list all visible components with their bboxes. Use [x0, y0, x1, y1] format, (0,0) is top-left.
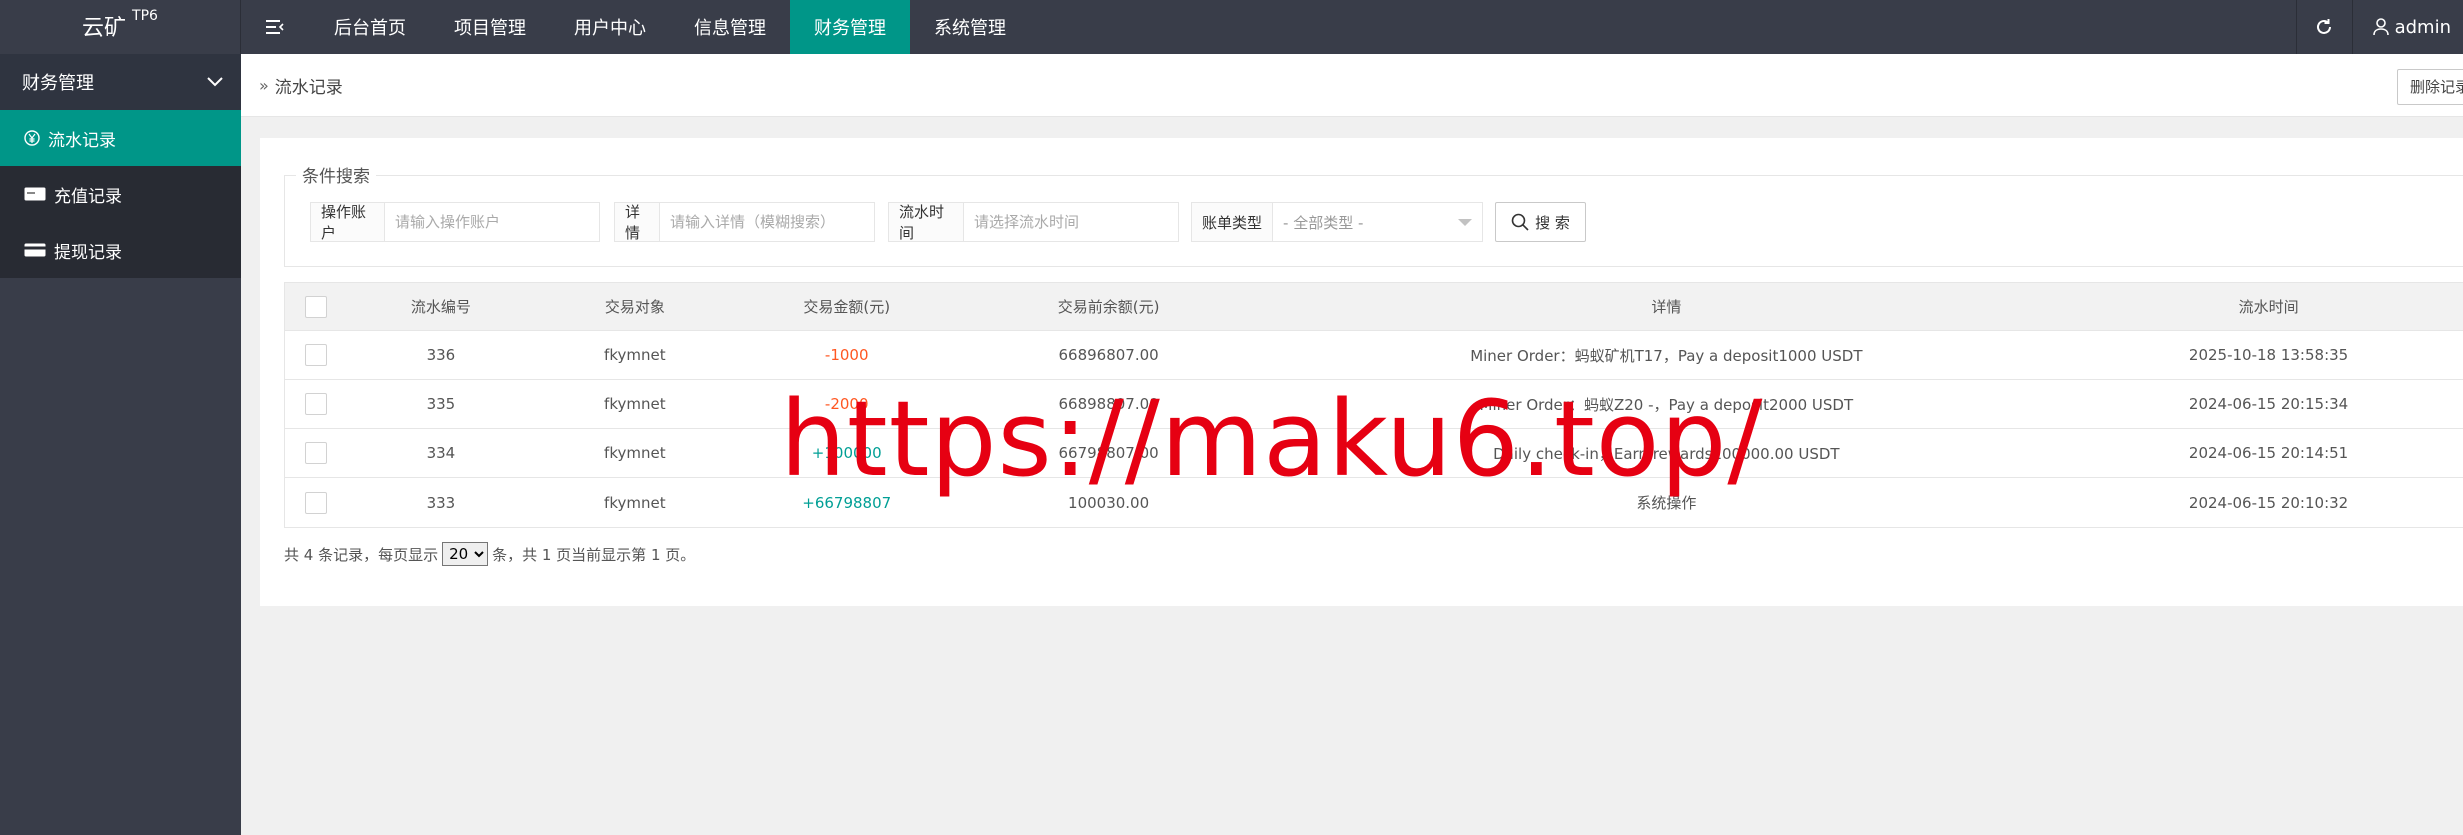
cell-amount: -1000: [824, 346, 869, 364]
double-chevron-icon: »: [259, 75, 269, 95]
top-header: 云矿 TP6 后台首页 项目管理 用户中心 信息管理 财务管理 系统管理 adm…: [0, 0, 2463, 54]
cell-before: 66798807.00: [1058, 444, 1159, 462]
search-button[interactable]: 搜 索: [1495, 202, 1586, 242]
user-menu[interactable]: admin: [2351, 0, 2463, 54]
account-field: 操作账户: [310, 202, 600, 242]
top-nav: 后台首页 项目管理 用户中心 信息管理 财务管理 系统管理: [310, 0, 1030, 54]
card-icon: [24, 187, 46, 201]
row-checkbox[interactable]: [304, 393, 327, 415]
time-field: 流水时间: [888, 202, 1179, 242]
type-select[interactable]: - 全部类型 -: [1273, 203, 1482, 241]
col-amount[interactable]: 交易金额(元): [735, 296, 959, 317]
pager-suffix: 条，共 1 页当前显示第 1 页。: [492, 545, 696, 564]
delete-records-button[interactable]: 删除记录: [2397, 69, 2463, 105]
per-page-select[interactable]: 20: [442, 542, 489, 566]
header-right: admin: [2295, 0, 2463, 54]
time-label: 流水时间: [889, 203, 964, 242]
pager-prefix: 共 4 条记录，每页显示: [284, 545, 439, 564]
caret-down-icon: [1458, 218, 1472, 226]
cell-before: 66896807.00: [1058, 346, 1159, 364]
yen-circle-icon: [24, 130, 40, 146]
detail-input[interactable]: [660, 203, 874, 241]
account-input[interactable]: [385, 203, 599, 241]
cell-detail: Miner Order：蚂蚁Z20 -，Pay a deposit2000 US…: [1479, 395, 1854, 414]
search-button-label: 搜 索: [1535, 213, 1570, 232]
cell-time: 2024-06-15 20:10:32: [2188, 493, 2349, 512]
cell-time: 2024-06-15 20:15:34: [2188, 395, 2349, 413]
breadcrumb-current: 流水记录: [274, 77, 343, 98]
nav-item-finance[interactable]: 财务管理: [790, 0, 910, 54]
table-row[interactable]: 336 fkymnet -1000 66896807.00 Miner Orde…: [285, 331, 2463, 380]
type-select-value: - 全部类型 -: [1283, 213, 1364, 232]
sidebar-item-label: 提现记录: [54, 242, 122, 263]
sidebar-item-withdraw[interactable]: 提现记录: [0, 222, 241, 278]
nav-item-users[interactable]: 用户中心: [550, 0, 670, 54]
credit-card-icon: [24, 243, 46, 257]
nav-item-home[interactable]: 后台首页: [310, 0, 430, 54]
logo[interactable]: 云矿 TP6: [0, 0, 241, 54]
cell-time: 2024-06-15 20:14:51: [2188, 444, 2349, 462]
cell-amount: +100000: [811, 444, 882, 462]
cell-id: 336: [426, 346, 456, 364]
sidebar-item-label: 充值记录: [54, 186, 122, 207]
sidebar-group-label: 财务管理: [22, 73, 94, 94]
sidebar-item-recharge[interactable]: 充值记录: [0, 166, 241, 222]
cell-detail: Daily check-in，Earn rewards100000.00 USD…: [1493, 444, 1840, 463]
user-name: admin: [2394, 16, 2451, 38]
cell-target: fkymnet: [604, 493, 666, 512]
cell-amount: +66798807: [802, 493, 892, 512]
detail-field: 详情: [614, 202, 875, 242]
nav-item-system[interactable]: 系统管理: [910, 0, 1030, 54]
table-row[interactable]: 335 fkymnet -2000 66898807.00 Miner Orde…: [285, 380, 2463, 429]
main-card: 条件搜索 操作账户 详情 流水时间 账单类型 - 全部类型 - 搜 索 流水编号…: [260, 138, 2463, 606]
app-version: TP6: [132, 8, 158, 24]
col-target[interactable]: 交易对象: [535, 296, 735, 317]
sidebar: 财务管理 流水记录 充值记录 提现记录: [0, 54, 241, 835]
cell-target: fkymnet: [604, 346, 666, 364]
col-time[interactable]: 流水时间: [2074, 296, 2463, 317]
row-checkbox[interactable]: [304, 344, 327, 366]
user-icon: [2372, 18, 2389, 36]
cell-target: fkymnet: [604, 444, 666, 462]
sidebar-group-finance[interactable]: 财务管理: [0, 54, 241, 110]
menu-toggle-icon[interactable]: [241, 0, 309, 54]
cell-id: 335: [426, 395, 456, 413]
cell-amount: -2000: [824, 395, 869, 413]
breadcrumb: » 流水记录 删除记录: [241, 54, 2463, 117]
flow-table: 流水编号 交易对象 交易金额(元) 交易前余额(元) 详情 流水时间 336 f…: [284, 282, 2463, 528]
cell-time: 2025-10-18 13:58:35: [2188, 346, 2349, 364]
cell-detail: Miner Order：蚂蚁矿机T17，Pay a deposit1000 US…: [1470, 346, 1863, 365]
table-row[interactable]: 333 fkymnet +66798807 100030.00 系统操作 202…: [285, 478, 2463, 527]
select-all-checkbox[interactable]: [304, 295, 327, 318]
app-name: 云矿: [82, 16, 127, 41]
cell-target: fkymnet: [604, 395, 666, 413]
account-label: 操作账户: [311, 203, 385, 242]
sidebar-item-flow[interactable]: 流水记录: [0, 110, 241, 166]
cell-id: 334: [426, 444, 456, 462]
type-label: 账单类型: [1192, 203, 1274, 241]
table-header-row: 流水编号 交易对象 交易金额(元) 交易前余额(元) 详情 流水时间: [285, 283, 2463, 331]
col-detail[interactable]: 详情: [1259, 296, 2075, 317]
pagination: 共 4 条记录，每页显示 20 条，共 1 页当前显示第 1 页。: [284, 542, 695, 566]
search-icon: [1511, 213, 1529, 231]
chevron-up-icon: [207, 77, 223, 87]
refresh-icon[interactable]: [2295, 0, 2352, 54]
cell-before: 100030.00: [1068, 493, 1150, 512]
nav-item-info[interactable]: 信息管理: [670, 0, 790, 54]
detail-label: 详情: [615, 203, 660, 242]
col-id[interactable]: 流水编号: [347, 296, 535, 317]
type-field: 账单类型 - 全部类型 -: [1191, 202, 1483, 242]
table-row[interactable]: 334 fkymnet +100000 66798807.00 Daily ch…: [285, 429, 2463, 478]
row-checkbox[interactable]: [304, 491, 327, 514]
sidebar-item-label: 流水记录: [48, 130, 116, 151]
row-checkbox[interactable]: [304, 442, 327, 464]
nav-item-projects[interactable]: 项目管理: [430, 0, 550, 54]
col-before[interactable]: 交易前余额(元): [959, 296, 1259, 317]
search-legend: 条件搜索: [296, 162, 376, 187]
cell-id: 333: [426, 493, 456, 512]
time-input[interactable]: [964, 203, 1178, 241]
cell-before: 66898807.00: [1058, 395, 1159, 413]
cell-detail: 系统操作: [1636, 494, 1697, 512]
